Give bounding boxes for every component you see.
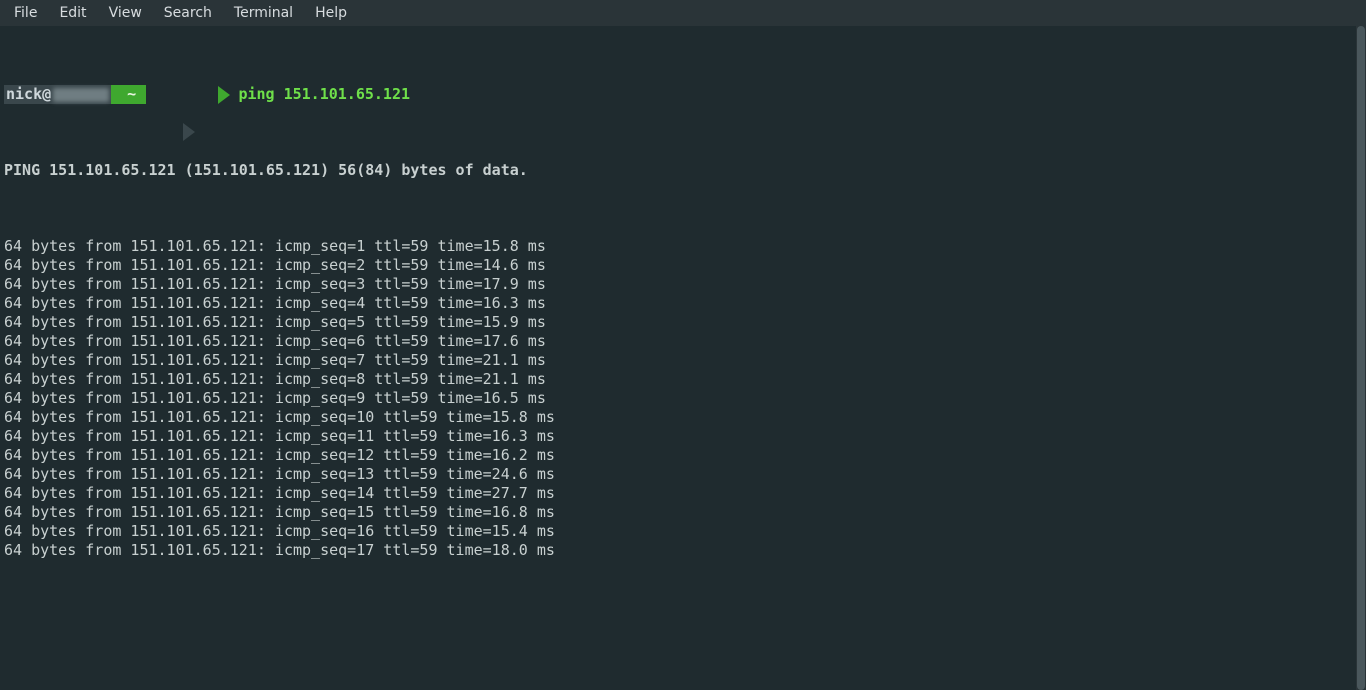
prompt-cwd-segment: ~ [111, 85, 146, 104]
menu-help[interactable]: Help [305, 2, 357, 24]
ping-reply-line: 64 bytes from 151.101.65.121: icmp_seq=1… [4, 541, 1366, 560]
ping-reply-line: 64 bytes from 151.101.65.121: icmp_seq=7… [4, 351, 1366, 370]
shell-prompt: nick@ ~ ~ ping 151.101.65.121 [4, 85, 1366, 104]
ping-reply-line: 64 bytes from 151.101.65.121: icmp_seq=1… [4, 446, 1366, 465]
scrollbar-thumb[interactable] [1357, 26, 1365, 690]
menubar: File Edit View Search Terminal Help [0, 0, 1366, 26]
terminal-area[interactable]: nick@ ~ ~ ping 151.101.65.121 PING 151.1… [0, 26, 1366, 690]
ping-reply-line: 64 bytes from 151.101.65.121: icmp_seq=9… [4, 389, 1366, 408]
ping-reply-line: 64 bytes from 151.101.65.121: icmp_seq=8… [4, 370, 1366, 389]
ping-reply-line: 64 bytes from 151.101.65.121: icmp_seq=1… [4, 484, 1366, 503]
chevron-right-icon [183, 123, 195, 141]
ping-reply-line: 64 bytes from 151.101.65.121: icmp_seq=1… [4, 427, 1366, 446]
scrollbar-vertical[interactable] [1356, 26, 1366, 690]
terminal-content: nick@ ~ ~ ping 151.101.65.121 PING 151.1… [4, 26, 1366, 617]
ping-output: 64 bytes from 151.101.65.121: icmp_seq=1… [4, 237, 1366, 560]
menu-terminal[interactable]: Terminal [224, 2, 303, 24]
ping-reply-line: 64 bytes from 151.101.65.121: icmp_seq=2… [4, 256, 1366, 275]
ping-reply-line: 64 bytes from 151.101.65.121: icmp_seq=1… [4, 465, 1366, 484]
menu-search[interactable]: Search [154, 2, 222, 24]
ping-reply-line: 64 bytes from 151.101.65.121: icmp_seq=4… [4, 294, 1366, 313]
prompt-user: nick@ [4, 85, 51, 104]
prompt-command: ping 151.101.65.121 [230, 85, 410, 104]
ping-reply-line: 64 bytes from 151.101.65.121: icmp_seq=3… [4, 275, 1366, 294]
menu-file[interactable]: File [4, 2, 47, 24]
prompt-host-blurred [53, 88, 109, 102]
chevron-right-icon [218, 86, 230, 104]
ping-reply-line: 64 bytes from 151.101.65.121: icmp_seq=1… [4, 408, 1366, 427]
ping-reply-line: 64 bytes from 151.101.65.121: icmp_seq=1… [4, 237, 1366, 256]
ping-reply-line: 64 bytes from 151.101.65.121: icmp_seq=5… [4, 313, 1366, 332]
ping-reply-line: 64 bytes from 151.101.65.121: icmp_seq=6… [4, 332, 1366, 351]
ping-reply-line: 64 bytes from 151.101.65.121: icmp_seq=1… [4, 522, 1366, 541]
menu-view[interactable]: View [99, 2, 152, 24]
ping-reply-line: 64 bytes from 151.101.65.121: icmp_seq=1… [4, 503, 1366, 522]
prompt-cwd: ~ [127, 85, 136, 104]
menu-edit[interactable]: Edit [49, 2, 96, 24]
prompt-user-host: nick@ [4, 85, 111, 104]
